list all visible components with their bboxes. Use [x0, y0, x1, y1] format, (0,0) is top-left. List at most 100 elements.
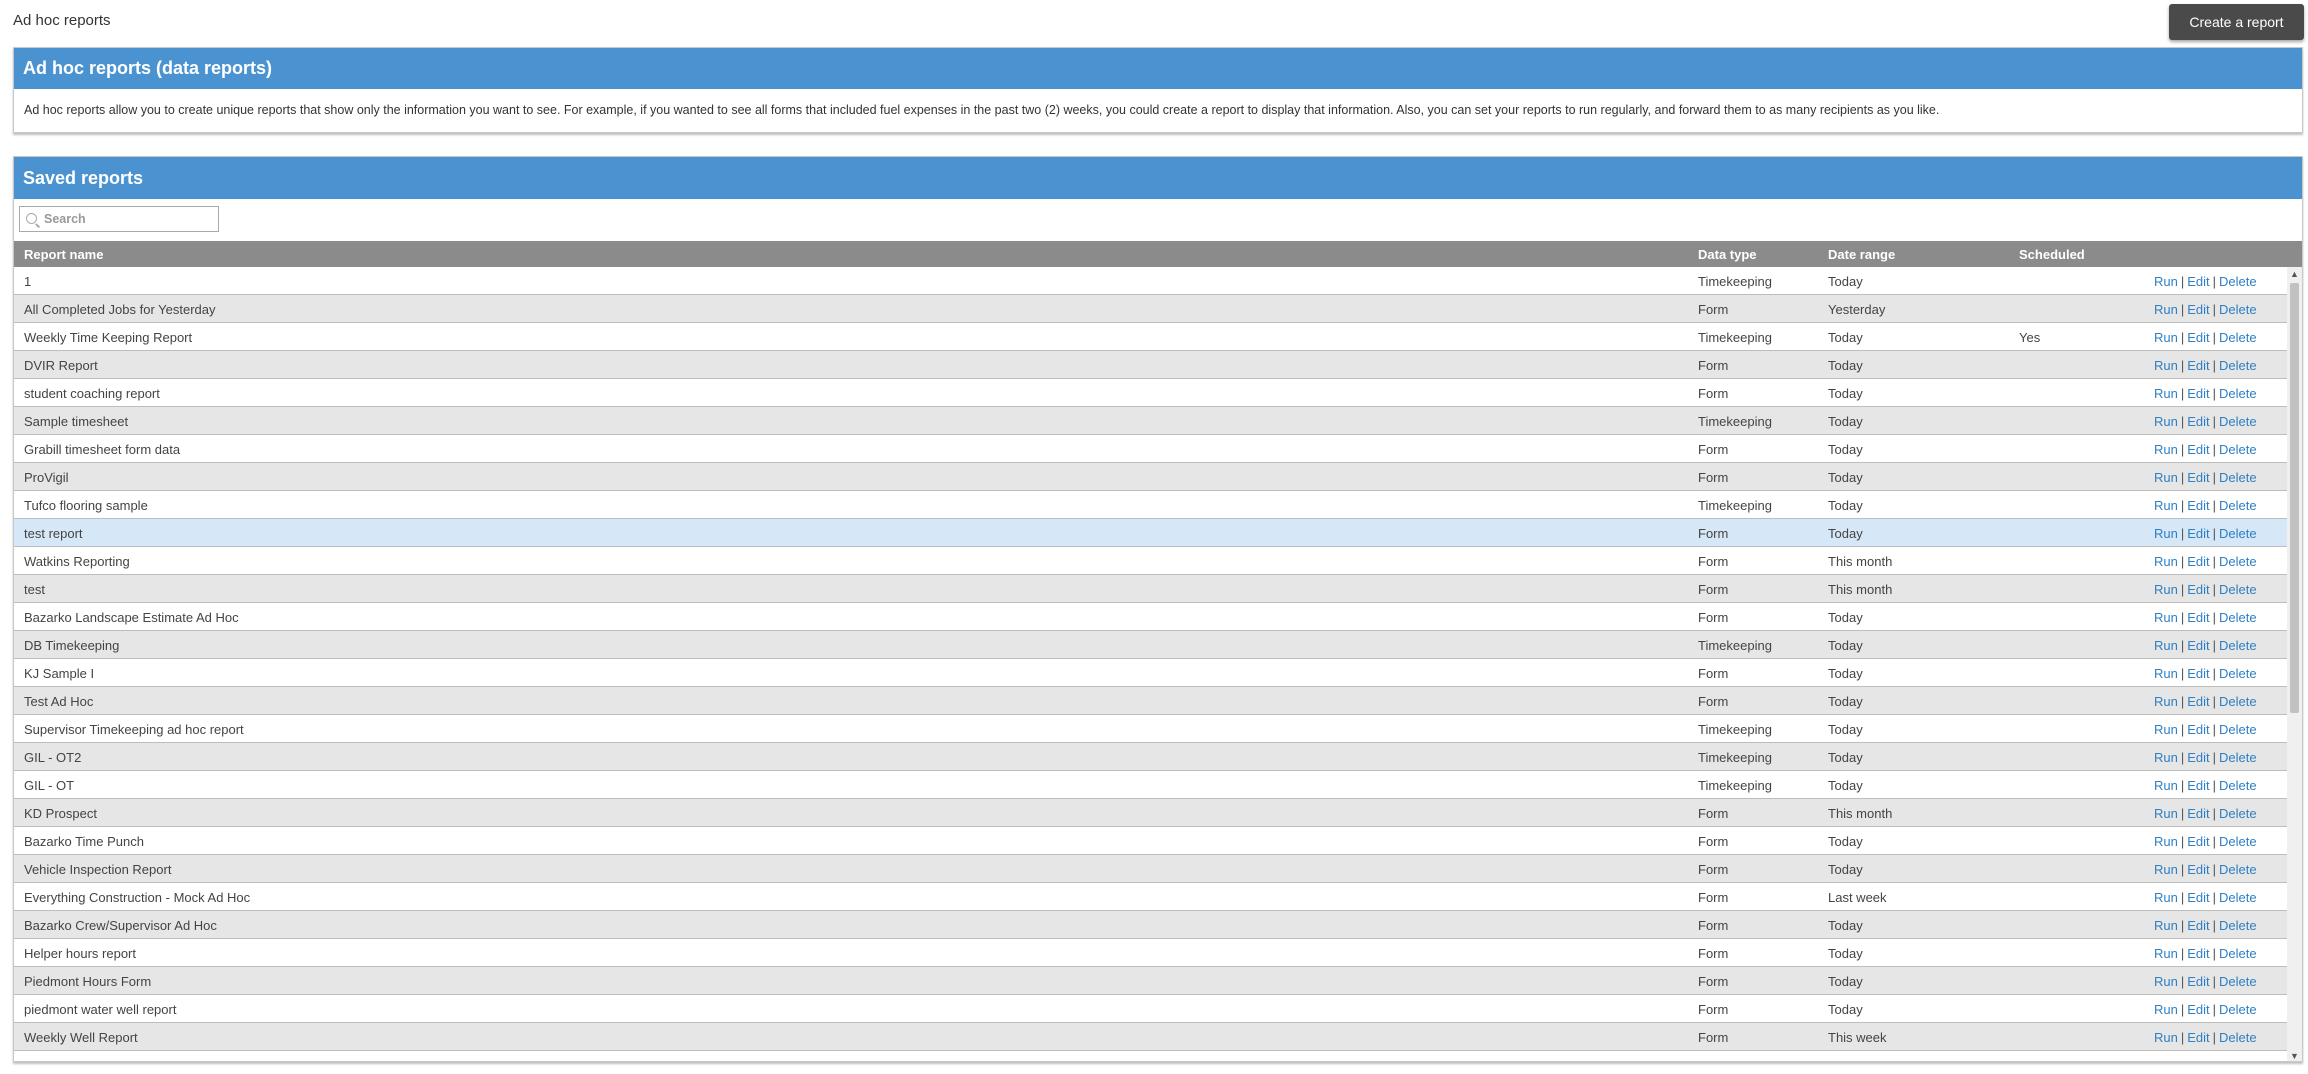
edit-link[interactable]: Edit — [2187, 862, 2209, 877]
run-link[interactable]: Run — [2154, 330, 2178, 345]
edit-link[interactable]: Edit — [2187, 1002, 2209, 1017]
run-link[interactable]: Run — [2154, 582, 2178, 597]
table-row[interactable]: ProVigil Form Today Run | Edit | Delete — [14, 463, 2302, 491]
delete-link[interactable]: Delete — [2219, 778, 2257, 793]
delete-link[interactable]: Delete — [2219, 918, 2257, 933]
delete-link[interactable]: Delete — [2219, 386, 2257, 401]
delete-link[interactable]: Delete — [2219, 638, 2257, 653]
delete-link[interactable]: Delete — [2219, 358, 2257, 373]
edit-link[interactable]: Edit — [2187, 722, 2209, 737]
run-link[interactable]: Run — [2154, 834, 2178, 849]
table-row[interactable]: test report Form Today Run | Edit | Delete — [14, 519, 2302, 547]
edit-link[interactable]: Edit — [2187, 386, 2209, 401]
run-link[interactable]: Run — [2154, 946, 2178, 961]
run-link[interactable]: Run — [2154, 750, 2178, 765]
run-link[interactable]: Run — [2154, 414, 2178, 429]
delete-link[interactable]: Delete — [2219, 498, 2257, 513]
column-header-report-name[interactable]: Report name — [24, 247, 103, 262]
search-input[interactable] — [44, 210, 214, 228]
table-row[interactable]: Grabill timesheet form data Form Today Run |… — [14, 435, 2302, 463]
delete-link[interactable]: Delete — [2219, 862, 2257, 877]
delete-link[interactable]: Delete — [2219, 274, 2257, 289]
delete-link[interactable]: Delete — [2219, 750, 2257, 765]
table-row[interactable]: Helper hours report Form Today Run | Edit | Del… — [14, 939, 2302, 967]
table-row[interactable]: 1 Timekeeping Today Run | Edit | Delete — [14, 267, 2302, 295]
delete-link[interactable]: Delete — [2219, 974, 2257, 989]
table-row[interactable]: Test Ad Hoc Form Today Run | Edit | Delete — [14, 687, 2302, 715]
run-link[interactable]: Run — [2154, 274, 2178, 289]
delete-link[interactable]: Delete — [2219, 582, 2257, 597]
column-header-scheduled[interactable]: Scheduled — [2019, 247, 2085, 262]
delete-link[interactable]: Delete — [2219, 610, 2257, 625]
edit-link[interactable]: Edit — [2187, 358, 2209, 373]
delete-link[interactable]: Delete — [2219, 414, 2257, 429]
edit-link[interactable]: Edit — [2187, 918, 2209, 933]
column-header-data-type[interactable]: Data type — [1698, 247, 1757, 262]
run-link[interactable]: Run — [2154, 470, 2178, 485]
run-link[interactable]: Run — [2154, 778, 2178, 793]
edit-link[interactable]: Edit — [2187, 414, 2209, 429]
edit-link[interactable]: Edit — [2187, 582, 2209, 597]
run-link[interactable]: Run — [2154, 862, 2178, 877]
run-link[interactable]: Run — [2154, 386, 2178, 401]
delete-link[interactable]: Delete — [2219, 330, 2257, 345]
edit-link[interactable]: Edit — [2187, 890, 2209, 905]
delete-link[interactable]: Delete — [2219, 442, 2257, 457]
table-row[interactable]: Weekly Time Keeping Report Timekeeping Tod… — [14, 323, 2302, 351]
table-row[interactable]: Vehicle Inspection Report Form Today Run | Ed… — [14, 855, 2302, 883]
edit-link[interactable]: Edit — [2187, 470, 2209, 485]
table-row[interactable]: Piedmont Hours Form Form Today Run | Edit | Del… — [14, 967, 2302, 995]
run-link[interactable]: Run — [2154, 302, 2178, 317]
scroll-down-arrow-icon[interactable]: ▼ — [2287, 1049, 2302, 1061]
edit-link[interactable]: Edit — [2187, 330, 2209, 345]
edit-link[interactable]: Edit — [2187, 778, 2209, 793]
delete-link[interactable]: Delete — [2219, 470, 2257, 485]
delete-link[interactable]: Delete — [2219, 890, 2257, 905]
edit-link[interactable]: Edit — [2187, 834, 2209, 849]
delete-link[interactable]: Delete — [2219, 694, 2257, 709]
table-row[interactable]: piedmont water well report Form Today Run | E… — [14, 995, 2302, 1023]
table-row[interactable]: KD Prospect Form This month Run | Edit | Delete — [14, 799, 2302, 827]
delete-link[interactable]: Delete — [2219, 834, 2257, 849]
table-row[interactable]: Watkins Reporting Form This month Run | Edit |… — [14, 547, 2302, 575]
delete-link[interactable]: Delete — [2219, 806, 2257, 821]
edit-link[interactable]: Edit — [2187, 610, 2209, 625]
run-link[interactable]: Run — [2154, 638, 2178, 653]
edit-link[interactable]: Edit — [2187, 554, 2209, 569]
table-row[interactable]: DB Timekeeping Timekeeping Today Run | Edit | D… — [14, 631, 2302, 659]
run-link[interactable]: Run — [2154, 498, 2178, 513]
run-link[interactable]: Run — [2154, 806, 2178, 821]
table-row[interactable]: Bazarko Time Punch Form Today Run | Edit | Dele… — [14, 827, 2302, 855]
edit-link[interactable]: Edit — [2187, 694, 2209, 709]
table-row[interactable]: GIL - OT Timekeeping Today Run | Edit | Delete — [14, 771, 2302, 799]
edit-link[interactable]: Edit — [2187, 946, 2209, 961]
table-row[interactable]: Weekly Well Report Form This week Run | Edit |… — [14, 1023, 2302, 1051]
table-row[interactable]: test Form This month Run | Edit | Delete — [14, 575, 2302, 603]
scroll-up-arrow-icon[interactable]: ▲ — [2287, 267, 2302, 281]
table-row[interactable]: Bazarko Landscape Estimate Ad Hoc Form Tod… — [14, 603, 2302, 631]
run-link[interactable]: Run — [2154, 666, 2178, 681]
edit-link[interactable]: Edit — [2187, 666, 2209, 681]
table-row[interactable]: KJ Sample I Form Today Run | Edit | Delete — [14, 659, 2302, 687]
table-row[interactable]: student coaching report Form Today Run | Edit… — [14, 379, 2302, 407]
search-field[interactable] — [19, 206, 219, 232]
edit-link[interactable]: Edit — [2187, 526, 2209, 541]
edit-link[interactable]: Edit — [2187, 974, 2209, 989]
table-row[interactable]: All Completed Jobs for Yesterday Form Yest… — [14, 295, 2302, 323]
edit-link[interactable]: Edit — [2187, 498, 2209, 513]
table-row[interactable]: Tufco flooring sample Timekeeping Today Run… — [14, 491, 2302, 519]
run-link[interactable]: Run — [2154, 554, 2178, 569]
edit-link[interactable]: Edit — [2187, 302, 2209, 317]
run-link[interactable]: Run — [2154, 694, 2178, 709]
delete-link[interactable]: Delete — [2219, 1030, 2257, 1045]
delete-link[interactable]: Delete — [2219, 1002, 2257, 1017]
table-row[interactable]: Sample timesheet Timekeeping Today Run | Edit… — [14, 407, 2302, 435]
delete-link[interactable]: Delete — [2219, 302, 2257, 317]
edit-link[interactable]: Edit — [2187, 750, 2209, 765]
table-row[interactable]: Everything Construction - Mock Ad Hoc For… — [14, 883, 2302, 911]
edit-link[interactable]: Edit — [2187, 442, 2209, 457]
delete-link[interactable]: Delete — [2219, 526, 2257, 541]
column-header-date-range[interactable]: Date range — [1828, 247, 1895, 262]
delete-link[interactable]: Delete — [2219, 554, 2257, 569]
run-link[interactable]: Run — [2154, 610, 2178, 625]
